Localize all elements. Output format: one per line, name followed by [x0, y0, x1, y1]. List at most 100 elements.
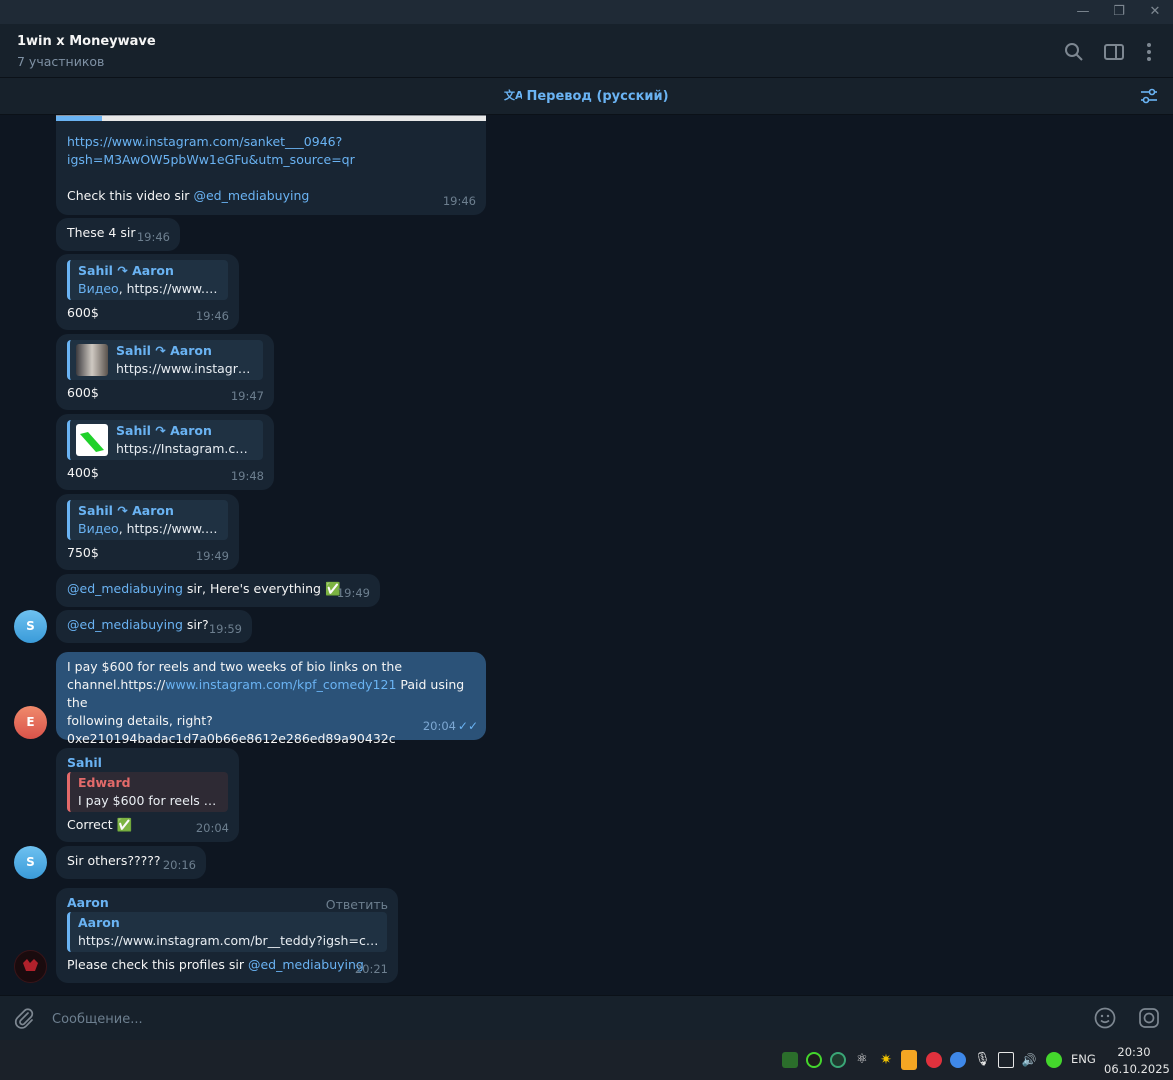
- reply-quote[interactable]: Aaron https://www.instagram.com/br__tedd…: [67, 912, 387, 952]
- reply-thumbnail: [76, 344, 108, 376]
- avatar[interactable]: [14, 950, 47, 983]
- message-link[interactable]: www.instagram.com/kpf_comedy121: [165, 677, 396, 692]
- message-time: 20:04: [422, 719, 456, 733]
- app-tray-icon[interactable]: [830, 1052, 846, 1068]
- mention-link[interactable]: @ed_mediabuying: [248, 957, 364, 972]
- minimize-icon[interactable]: —: [1073, 4, 1093, 20]
- razer-tray-icon[interactable]: [806, 1052, 822, 1068]
- forwarded-reply-quote[interactable]: Sahil ↷ Aaron https://www.instagra...: [67, 340, 263, 380]
- reply-text: I pay $600 for reels an...: [78, 793, 220, 808]
- clock[interactable]: 20:30 06.10.2025: [1104, 1044, 1170, 1078]
- double-check-icon: ✓✓: [457, 719, 478, 733]
- reply-author: Sahil ↷ Aaron: [78, 503, 174, 518]
- network-tray-icon[interactable]: [998, 1052, 1014, 1068]
- message-text: 400$: [67, 465, 99, 480]
- video-message-icon[interactable]: [1137, 1006, 1161, 1030]
- mention-link[interactable]: @ed_mediabuying: [193, 188, 309, 203]
- message-bubble[interactable]: These 4 sir 19:46: [56, 218, 180, 251]
- more-options-icon[interactable]: [1138, 41, 1160, 63]
- sun-tray-icon[interactable]: ✷: [878, 1052, 894, 1068]
- message-bubble[interactable]: @ed_mediabuying sir, Here's everything ✅…: [56, 574, 380, 607]
- chat-header[interactable]: 1win x Moneywave 7 участников: [0, 24, 1173, 78]
- message-time: 20:16: [162, 858, 196, 872]
- reply-text: Видео, https://www.in...: [78, 281, 220, 296]
- message-text: Sir others?????: [67, 853, 161, 868]
- forwarded-reply-quote[interactable]: Sahil ↷ Aaron Видео, https://www.in...: [67, 500, 228, 540]
- razer-cortex-tray-icon[interactable]: [1046, 1052, 1062, 1068]
- message-bubble[interactable]: Sahil ↷ Aaron Видео, https://www.in... 6…: [56, 254, 239, 330]
- reply-thumbnail: [76, 424, 108, 456]
- reply-text: Видео, https://www.in...: [78, 521, 220, 536]
- message-link[interactable]: https://www.instagram.com/sanket___0946?…: [67, 133, 475, 169]
- microphone-tray-icon[interactable]: 🎙: [974, 1052, 991, 1068]
- reply-author: Edward: [78, 775, 131, 790]
- message-time: 19:47: [230, 389, 264, 403]
- message-text: Correct ✅: [67, 817, 133, 832]
- vpn-tray-icon[interactable]: ⚛: [854, 1052, 870, 1068]
- translate-button[interactable]: 文A Перевод (русский): [0, 88, 1173, 104]
- message-bubble[interactable]: Sahil Edward I pay $600 for reels an... …: [56, 748, 239, 842]
- message-text: 600$: [67, 305, 99, 320]
- avatar[interactable]: S: [14, 846, 47, 879]
- message-bubble[interactable]: @ed_mediabuying sir? 19:59: [56, 610, 252, 643]
- window-titlebar: — ❐ ✕: [0, 0, 1173, 24]
- message-bubble[interactable]: Sahil ↷ Aaron https://www.instagra... 60…: [56, 334, 274, 410]
- message-bubble[interactable]: Sahil ↷ Aaron https://Instagram.com... 4…: [56, 414, 274, 490]
- message-bubble[interactable]: Aaron Ответить Aaron https://www.instagr…: [56, 888, 398, 983]
- message-time: 19:46: [136, 230, 170, 244]
- message-time: 20:21: [354, 962, 388, 976]
- opera-tray-icon[interactable]: [926, 1052, 942, 1068]
- input-language[interactable]: ENG: [1071, 1052, 1096, 1066]
- avatar[interactable]: E: [14, 706, 47, 739]
- search-icon[interactable]: [1063, 41, 1085, 63]
- nvidia-tray-icon[interactable]: [782, 1052, 798, 1068]
- reply-quote[interactable]: Edward I pay $600 for reels an...: [67, 772, 228, 812]
- reply-author: Aaron: [78, 915, 120, 930]
- forwarded-reply-quote[interactable]: Sahil ↷ Aaron https://Instagram.com...: [67, 420, 263, 460]
- message-time: 19:49: [195, 549, 229, 563]
- message-text: 600$: [67, 385, 99, 400]
- volume-tray-icon[interactable]: 🔊: [1021, 1052, 1037, 1068]
- message-text: 750$: [67, 545, 99, 560]
- message-time: 19:46: [442, 194, 476, 208]
- message-time: 19:46: [195, 309, 229, 323]
- reply-author: Sahil ↷ Aaron: [116, 423, 212, 438]
- forwarded-reply-quote[interactable]: Sahil ↷ Aaron Видео, https://www.in...: [67, 260, 228, 300]
- message-bubble[interactable]: Sir others????? 20:16: [56, 846, 206, 879]
- message-list[interactable]: https://www.instagram.com/sanket___0946?…: [0, 115, 1173, 995]
- message-bubble-outgoing[interactable]: I pay $600 for reels and two weeks of bi…: [56, 652, 486, 746]
- translate-label: Перевод (русский): [526, 89, 669, 104]
- emoji-icon[interactable]: [1093, 1006, 1117, 1030]
- sender-name[interactable]: Sahil: [67, 754, 228, 772]
- reply-text: https://www.instagram.com/br__teddy?igsh…: [78, 933, 379, 948]
- attach-icon[interactable]: [12, 1006, 36, 1030]
- mention-link[interactable]: @ed_mediabuying: [67, 581, 183, 596]
- reply-text: https://www.instagra...: [116, 361, 255, 376]
- message-text: Check this video sir @ed_mediabuying: [67, 188, 310, 203]
- translate-icon: 文A: [504, 88, 524, 104]
- reply-author: Sahil ↷ Aaron: [78, 263, 174, 278]
- chat-title[interactable]: 1win x Moneywave: [17, 34, 156, 49]
- message-text: sir?: [182, 617, 209, 632]
- os-taskbar: ⚛ ✷ 🎙 🔊 ENG 20:30 06.10.2025: [0, 1040, 1173, 1080]
- message-text: These 4 sir: [67, 225, 136, 240]
- message-time: 20:04: [195, 821, 229, 835]
- telegram-tray-icon[interactable]: [901, 1050, 917, 1070]
- reply-text: https://Instagram.com...: [116, 441, 255, 456]
- restore-icon[interactable]: ❐: [1109, 4, 1129, 20]
- sidebar-toggle-icon[interactable]: [1103, 41, 1125, 63]
- avatar[interactable]: S: [14, 610, 47, 643]
- reply-author: Sahil ↷ Aaron: [116, 343, 212, 358]
- message-input[interactable]: [52, 1008, 1052, 1030]
- message-bubble[interactable]: https://www.instagram.com/sanket___0946?…: [56, 115, 486, 215]
- message-text: sir, Here's everything ✅: [182, 581, 341, 596]
- message-composer: [0, 995, 1173, 1040]
- message-text: Please check this profiles sir: [67, 957, 248, 972]
- video-progress-bar: [56, 116, 486, 121]
- translate-settings-icon[interactable]: [1139, 86, 1159, 106]
- browser-tray-icon[interactable]: [950, 1052, 966, 1068]
- message-time: 19:59: [208, 622, 242, 636]
- mention-link[interactable]: @ed_mediabuying: [67, 617, 183, 632]
- close-icon[interactable]: ✕: [1145, 4, 1165, 20]
- message-bubble[interactable]: Sahil ↷ Aaron Видео, https://www.in... 7…: [56, 494, 239, 570]
